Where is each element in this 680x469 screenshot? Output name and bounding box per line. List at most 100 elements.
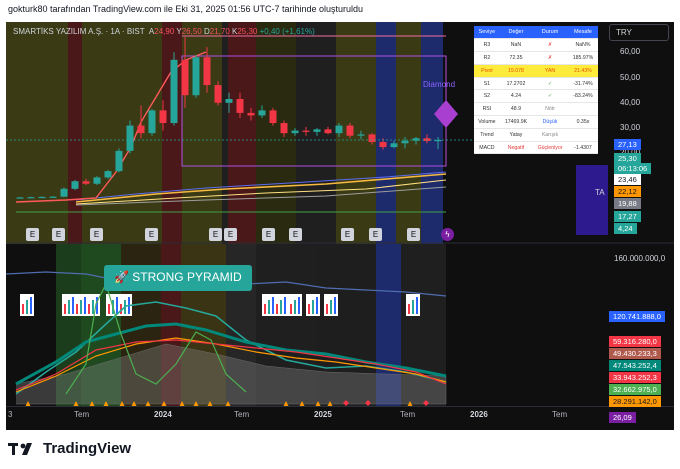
candle-body-3 [49,196,57,198]
symbol-name: SMARTİKS YAZILIM A.Ş. · 1A · BIST [13,27,145,36]
volume-icon-bar-4-c [116,297,118,314]
table-cell: Düşük [532,115,568,129]
price-bg-band-10 [376,22,396,244]
table-cell: ✓ [532,89,568,104]
table-cell: Volume [474,115,500,129]
price-bg-band-6 [228,22,256,244]
indicator-label-4: 33.943.252,3 [609,372,661,383]
volume-icon-bar-6-c [272,297,274,314]
candle-body-10 [126,125,134,151]
volume-icon-bar-1-b [68,300,70,314]
earnings-marker-10: E [407,228,420,241]
candle-body-32 [368,134,376,143]
diamond-label: Diamond [423,80,456,89]
table-cell: -31.74% [567,77,598,91]
candle-body-15 [181,59,189,96]
candle-body-14 [170,59,178,124]
symbol-legend[interactable]: SMARTİKS YAZILIM A.Ş. · 1A · BIST A24,90… [13,27,315,36]
candle-body-8 [104,171,112,178]
chart-panel[interactable]: SMARTİKS YAZILIM A.Ş. · 1A · BIST A24,90… [6,22,674,430]
ta-box [576,165,608,235]
indicator-scale-tick-0: 160.000.000,0 [614,254,666,263]
table-cell: NaN [499,38,533,53]
table-cell: 4.24 [499,89,533,104]
table-cell [567,102,598,117]
indicator-label-2: 49.430.233,3 [609,348,661,359]
table-cell: NaN% [567,38,598,53]
table-header-cell: Değer [499,26,533,40]
table-cell: -1.4307 [567,141,598,155]
indicator-label-6: 28.291.142,0 [609,396,661,407]
table-cell: ✗ [532,51,568,65]
table-cell: -83.24% [567,89,598,104]
tradingview-logo[interactable]: TradingView [8,440,131,457]
x-axis-label-1: Tem [74,410,90,419]
volume-icon-bar-7-a [276,304,278,314]
table-row: R2 72.35 ✗ 185.97% [474,51,598,65]
volume-icon-bar-0-c [30,297,32,314]
volume-icon-bar-0-b [26,300,28,314]
earnings-marker-9: E [369,228,382,241]
volume-icon-bar-1-c [72,297,74,314]
volume-icon-bar-11-a [408,304,410,314]
table-cell [567,128,598,142]
table-cell: 17469.9K [499,115,533,129]
candle-body-27 [313,129,321,132]
earnings-marker-5: E [224,228,237,241]
candle-body-13 [159,110,167,124]
price-label-0: 27,13 [614,139,641,150]
candle-body-28 [324,129,332,134]
table-cell: MACD [474,141,500,155]
price-label-6: 17,27 [614,211,641,222]
table-cell: R3 [474,38,500,53]
tradingview-brand: TradingView [43,440,132,457]
price-label-7: 4,24 [614,223,637,234]
x-axis-label-0: 3 [8,410,13,419]
x-axis [6,406,674,407]
table-header-cell: Mesafe [567,26,598,40]
x-axis-label-5: Tem [400,410,416,419]
volume-icon-bar-10-b [330,300,332,314]
x-axis-label-6: 2026 [470,410,488,419]
candle-body-33 [379,142,387,148]
candle-body-31 [357,134,365,136]
volume-icon-bar-9-a [308,304,310,314]
candle-body-4 [60,188,68,197]
bolt-icon[interactable]: ϟ [441,228,454,241]
volume-icon-bar-11-b [412,300,414,314]
indicator-label-1: 59.316.280,0 [609,336,661,347]
candle-body-11 [137,125,145,134]
candle-body-30 [346,125,354,136]
candle-body-35 [401,140,409,144]
price-label-4: 22,12 [614,186,641,197]
candle-body-16 [192,57,200,96]
volume-icon-bar-8-a [290,304,292,314]
candle-body-34 [390,143,398,148]
volume-icon-bar-6-b [268,300,270,314]
table-cell: ✗ [532,38,568,53]
price-bg-band-1 [68,22,82,244]
indicator-label-7: 26,09 [609,412,636,423]
indicator-label-5: 32.662.975,0 [609,384,661,395]
earnings-marker-6: E [262,228,275,241]
price-bg-band-0 [6,22,68,244]
earnings-marker-1: E [52,228,65,241]
close-value: 25,30 [237,27,258,36]
earnings-marker-7: E [289,228,302,241]
candle-body-5 [71,181,79,189]
table-header-row: Seviye Değer Durum Mesafe [474,26,598,40]
price-label-5: 19,88 [614,198,641,209]
table-cell: S2 [474,89,500,104]
price-bg-band-11 [396,22,421,244]
price-scale-tick-0: 60,00 [620,47,641,57]
table-cell: Nötr [532,102,568,117]
currency-selector[interactable]: TRY [609,24,669,41]
price-bg-band-4 [182,22,222,244]
table-cell: ✓ [532,77,568,91]
candle-body-22 [258,110,266,116]
volume-icon-bar-10-c [334,297,336,314]
x-axis-label-2: 2024 [154,410,172,419]
table-cell: 17.2702 [499,77,533,91]
candle-body-21 [247,112,255,116]
candle-body-12 [148,110,156,134]
